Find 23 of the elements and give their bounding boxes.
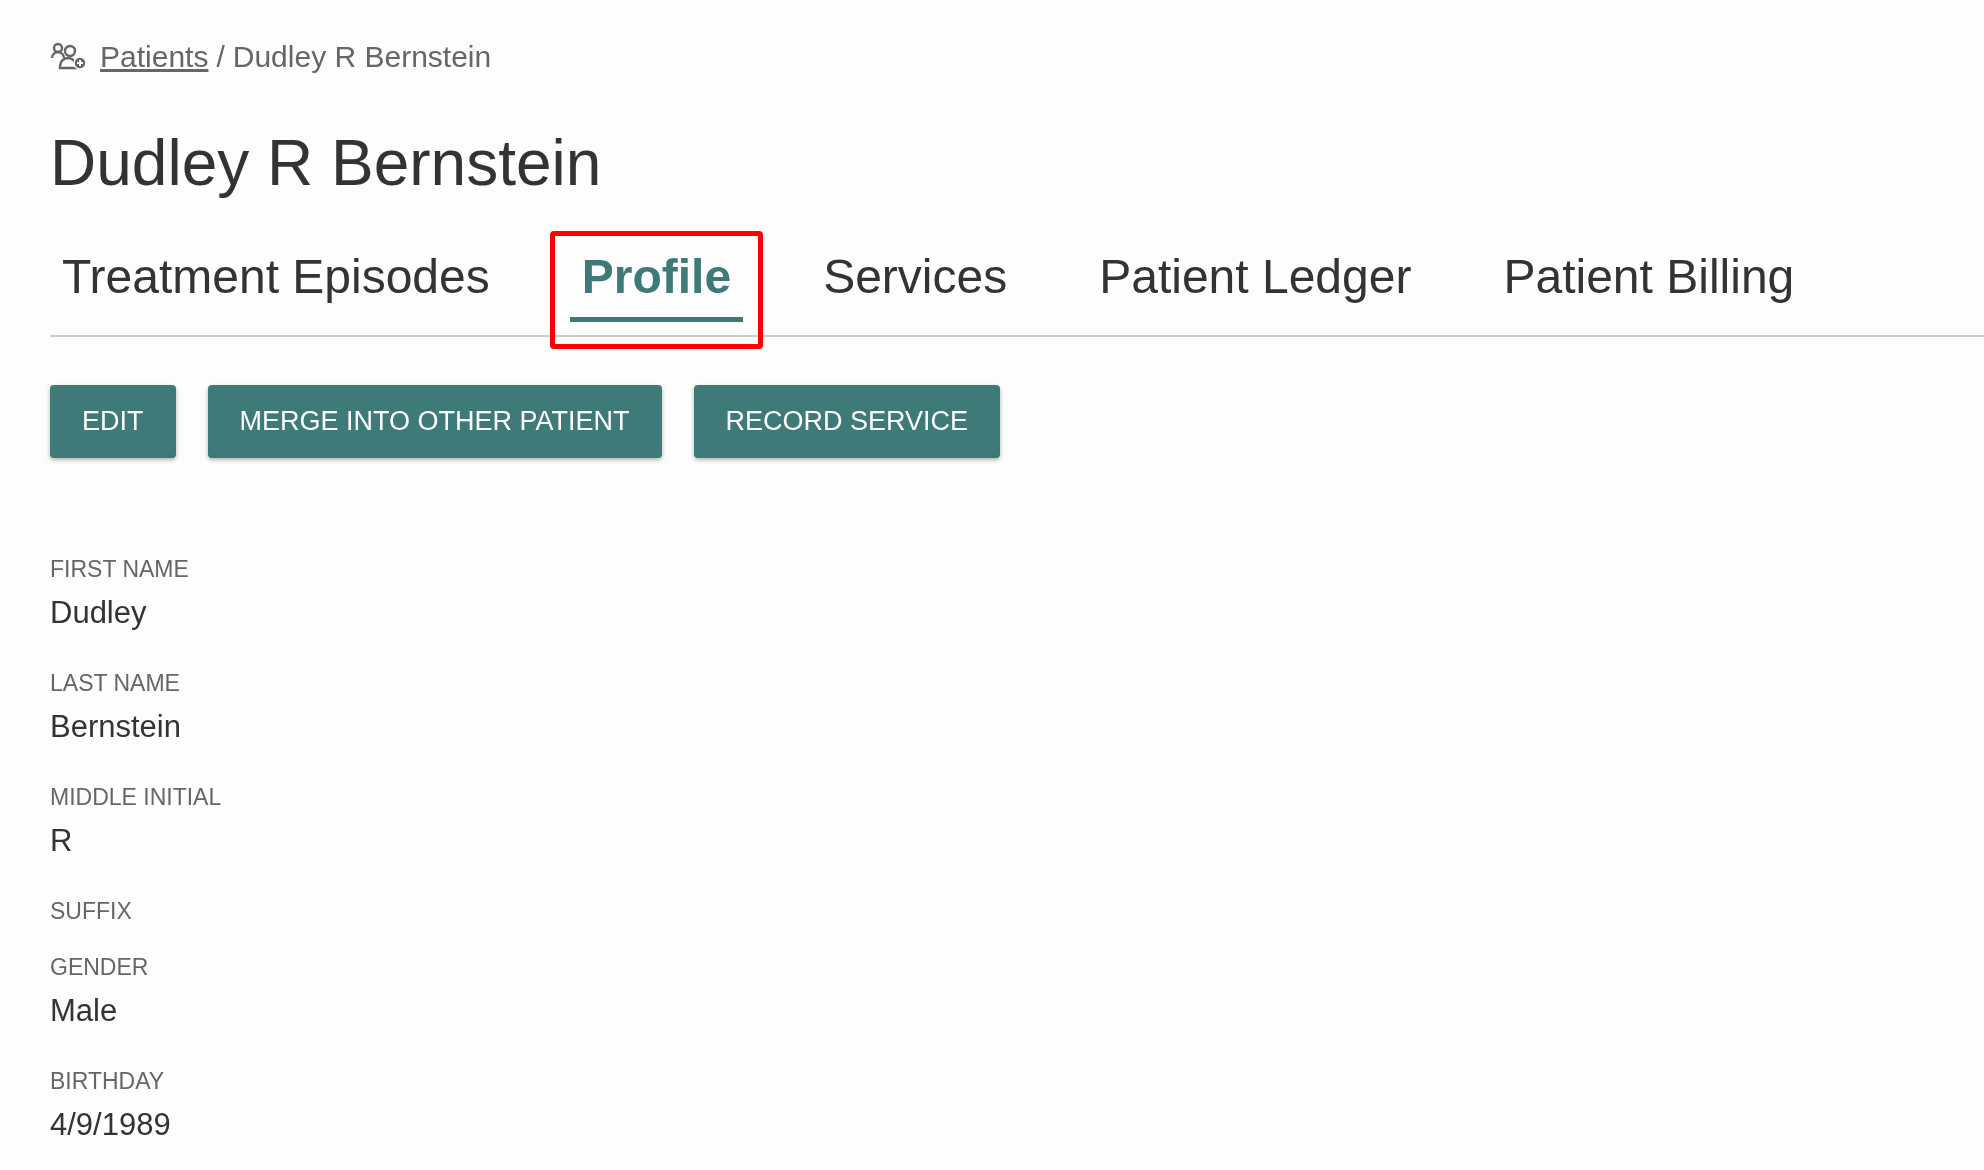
- breadcrumb-current: Dudley R Bernstein: [232, 39, 492, 75]
- field-value: Bernstein: [50, 708, 182, 746]
- tab[interactable]: Services: [811, 246, 1020, 322]
- field-value: R: [50, 822, 74, 860]
- field-label: LAST NAME: [50, 669, 181, 698]
- action-button[interactable]: RECORD SERVICE: [693, 385, 1001, 458]
- tab[interactable]: Treatment Episodes: [50, 246, 502, 322]
- field-label: GENDER: [50, 953, 150, 982]
- field-value: 4/9/1989: [50, 1106, 172, 1144]
- tab[interactable]: Patient Billing: [1491, 246, 1807, 322]
- action-button[interactable]: EDIT: [50, 385, 176, 458]
- field-value: Dudley: [50, 594, 148, 632]
- tab[interactable]: Patient Ledger: [1087, 246, 1424, 322]
- field-label: SUFFIX: [50, 897, 133, 926]
- field-label: FIRST NAME: [50, 555, 190, 584]
- field-label: BIRTHDAY: [50, 1067, 166, 1096]
- breadcrumb-separator: /: [216, 39, 225, 75]
- field-value: Male: [50, 992, 119, 1030]
- action-button[interactable]: MERGE INTO OTHER PATIENT: [207, 385, 662, 458]
- field-label: MIDDLE INITIAL: [50, 783, 223, 812]
- patients-icon: [50, 41, 88, 72]
- tab[interactable]: Profile: [569, 246, 744, 322]
- breadcrumb-link[interactable]: Patients: [100, 34, 209, 79]
